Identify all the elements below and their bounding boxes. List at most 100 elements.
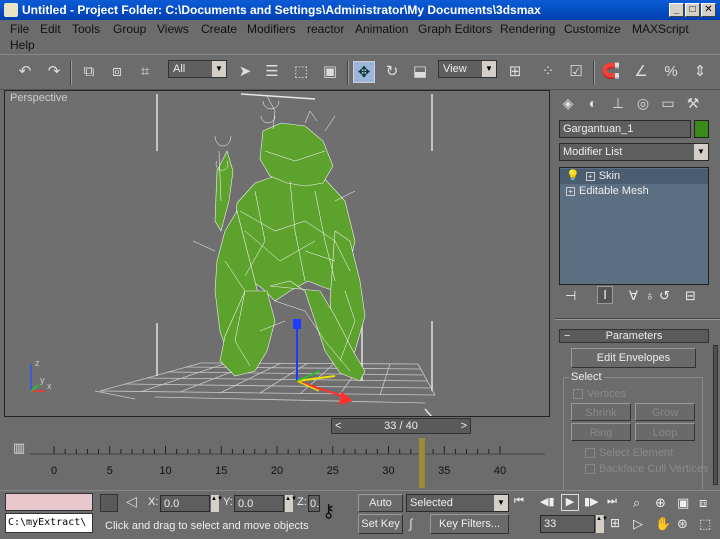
menu-help[interactable]: Help	[10, 38, 35, 52]
configure-modifier-sets-icon[interactable]: ⊟	[685, 288, 696, 304]
window-crossing-icon[interactable]: ▣	[319, 61, 341, 83]
stack-item-editable-mesh[interactable]: + Editable Mesh	[560, 184, 708, 199]
display-tab-icon[interactable]: ▭	[657, 92, 679, 114]
selection-lock-icon[interactable]	[100, 494, 118, 512]
vertices-checkbox[interactable]: Vertices	[573, 388, 626, 400]
menu-edit[interactable]: Edit	[40, 22, 61, 36]
zoom-extents-icon[interactable]: ▣	[677, 495, 689, 511]
set-key-curve-icon[interactable]: ∫	[409, 516, 413, 531]
field-of-view-icon[interactable]: ▷	[633, 516, 643, 532]
arc-rotate-icon[interactable]: ⊛	[677, 516, 688, 532]
redo-icon[interactable]: ↷	[43, 61, 65, 83]
shrink-button[interactable]: Shrink	[571, 403, 631, 421]
menu-maxscript[interactable]: MAXScript	[632, 22, 689, 36]
maxscript-listener-input[interactable]: C:\myExtract\	[5, 513, 93, 533]
hierarchy-tab-icon[interactable]: ⊥	[607, 92, 629, 114]
time-slider-prev-icon[interactable]: <	[335, 419, 341, 433]
time-slider[interactable]: < 33 / 40 >	[331, 418, 471, 434]
stack-item-skin[interactable]: 💡 + Skin	[560, 169, 708, 184]
play-icon[interactable]: ▶	[561, 494, 579, 511]
bind-to-space-warp-icon[interactable]: ⌗	[134, 61, 156, 83]
perspective-viewport[interactable]: Perspective z x y	[4, 90, 550, 417]
auto-key-button[interactable]: Auto Key	[358, 494, 403, 525]
modify-tab-icon[interactable]: ◐	[582, 92, 604, 114]
object-name-field[interactable]: Gargantuan_1	[559, 120, 691, 138]
pivot-center-icon[interactable]: ⊞	[504, 61, 526, 83]
show-end-result-icon[interactable]: I	[597, 286, 613, 304]
lightbulb-icon[interactable]: 💡	[566, 170, 580, 182]
zoom-extents-all-icon[interactable]: ⧈	[699, 495, 707, 511]
unlink-selection-icon[interactable]: ⧈	[106, 61, 128, 83]
pin-stack-icon[interactable]: ⊣	[565, 288, 576, 304]
backface-cull-checkbox[interactable]: Backface Cull Vertices	[585, 463, 708, 475]
keyboard-shortcut-override-icon[interactable]: ☑	[565, 61, 587, 83]
close-button[interactable]: ✕	[701, 3, 716, 17]
select-and-move-icon[interactable]: ✥	[353, 61, 375, 83]
menu-create[interactable]: Create	[201, 22, 237, 36]
x-coordinate-field[interactable]: 0.0	[160, 495, 210, 512]
rectangular-selection-icon[interactable]: ⬚	[290, 61, 312, 83]
x-spinner-icon[interactable]: ▲▼	[211, 495, 223, 512]
menu-rendering[interactable]: Rendering	[500, 22, 555, 36]
maximize-viewport-icon[interactable]: ⬚	[699, 516, 711, 532]
expand-icon[interactable]: +	[585, 171, 595, 181]
frame-spinner-icon[interactable]: ▲▼	[596, 515, 608, 533]
snaps-toggle-icon[interactable]: 🧲	[600, 61, 622, 83]
remove-modifier-icon[interactable]: ♁	[645, 288, 655, 303]
menu-file[interactable]: File	[10, 22, 29, 36]
y-coordinate-field[interactable]: 0.0	[234, 495, 284, 512]
go-to-end-icon[interactable]: ⏭	[607, 495, 617, 508]
time-configuration-icon[interactable]: ⊞	[610, 516, 620, 530]
menu-customize[interactable]: Customize	[564, 22, 621, 36]
panel-scrollbar[interactable]	[713, 345, 718, 485]
reference-coordinate-dropdown[interactable]: View ▼	[438, 60, 497, 78]
angle-snap-icon[interactable]: ∠	[630, 61, 652, 83]
undo-icon[interactable]: ↶	[14, 61, 36, 83]
menu-views[interactable]: Views	[157, 22, 189, 36]
key-filters-button[interactable]: Key Filters...	[430, 514, 509, 534]
key-mode-dropdown[interactable]: Selected ▼	[406, 494, 509, 512]
expand-icon[interactable]: +	[566, 186, 575, 196]
create-tab-icon[interactable]: ◈	[557, 92, 579, 114]
make-unique-icon[interactable]: ∀	[629, 288, 638, 304]
modifier-list-dropdown[interactable]: Modifier List ▼	[559, 143, 709, 161]
grow-button[interactable]: Grow	[635, 403, 695, 421]
parameters-rollout-header[interactable]: − Parameters	[559, 329, 709, 343]
select-and-scale-icon[interactable]: ⬓	[409, 61, 431, 83]
menu-modifiers[interactable]: Modifiers	[247, 22, 296, 36]
object-color-swatch[interactable]	[694, 120, 709, 138]
menu-reactor[interactable]: reactor	[307, 22, 344, 36]
go-to-start-icon[interactable]: ⏮	[514, 495, 524, 508]
absolute-mode-icon[interactable]: ◁	[126, 493, 137, 510]
ring-button[interactable]: Ring	[571, 423, 631, 441]
maximize-button[interactable]: □	[685, 3, 700, 17]
set-key-button[interactable]: Set Key	[358, 514, 403, 534]
time-slider-next-icon[interactable]: >	[461, 419, 467, 433]
pan-icon[interactable]: ✋	[655, 516, 671, 532]
zoom-icon[interactable]: ⌕	[633, 495, 640, 511]
menu-tools[interactable]: Tools	[72, 22, 100, 36]
select-element-checkbox[interactable]: Select Element	[585, 447, 673, 459]
zoom-all-icon[interactable]: ⊕	[655, 495, 666, 511]
select-object-icon[interactable]: ➤	[234, 61, 256, 83]
key-icon[interactable]: ⚷	[322, 501, 335, 522]
menu-animation[interactable]: Animation	[355, 22, 408, 36]
spinner-snap-icon[interactable]: ⇕	[689, 61, 711, 83]
edit-envelopes-button[interactable]: Edit Envelopes	[571, 348, 696, 368]
z-coordinate-field[interactable]: 0.	[308, 495, 320, 512]
selection-filter-dropdown[interactable]: All ▼	[168, 60, 227, 78]
select-and-rotate-icon[interactable]: ↻	[381, 61, 403, 83]
menu-graph-editors[interactable]: Graph Editors	[418, 22, 492, 36]
y-spinner-icon[interactable]: ▲▼	[285, 495, 297, 512]
previous-frame-icon[interactable]: ◀▮	[540, 495, 555, 508]
maxscript-mini-listener-top[interactable]	[5, 493, 93, 511]
loop-button[interactable]: Loop	[635, 423, 695, 441]
percent-snap-icon[interactable]: %	[660, 61, 682, 83]
select-and-link-icon[interactable]: ⧉	[78, 61, 100, 83]
select-and-manipulate-icon[interactable]: ⁘	[537, 61, 559, 83]
motion-tab-icon[interactable]: ◎	[632, 92, 654, 114]
select-by-name-icon[interactable]: ☰	[261, 61, 283, 83]
utilities-tab-icon[interactable]: ⚒	[682, 92, 704, 114]
minimize-button[interactable]: _	[669, 3, 684, 17]
menu-group[interactable]: Group	[113, 22, 146, 36]
